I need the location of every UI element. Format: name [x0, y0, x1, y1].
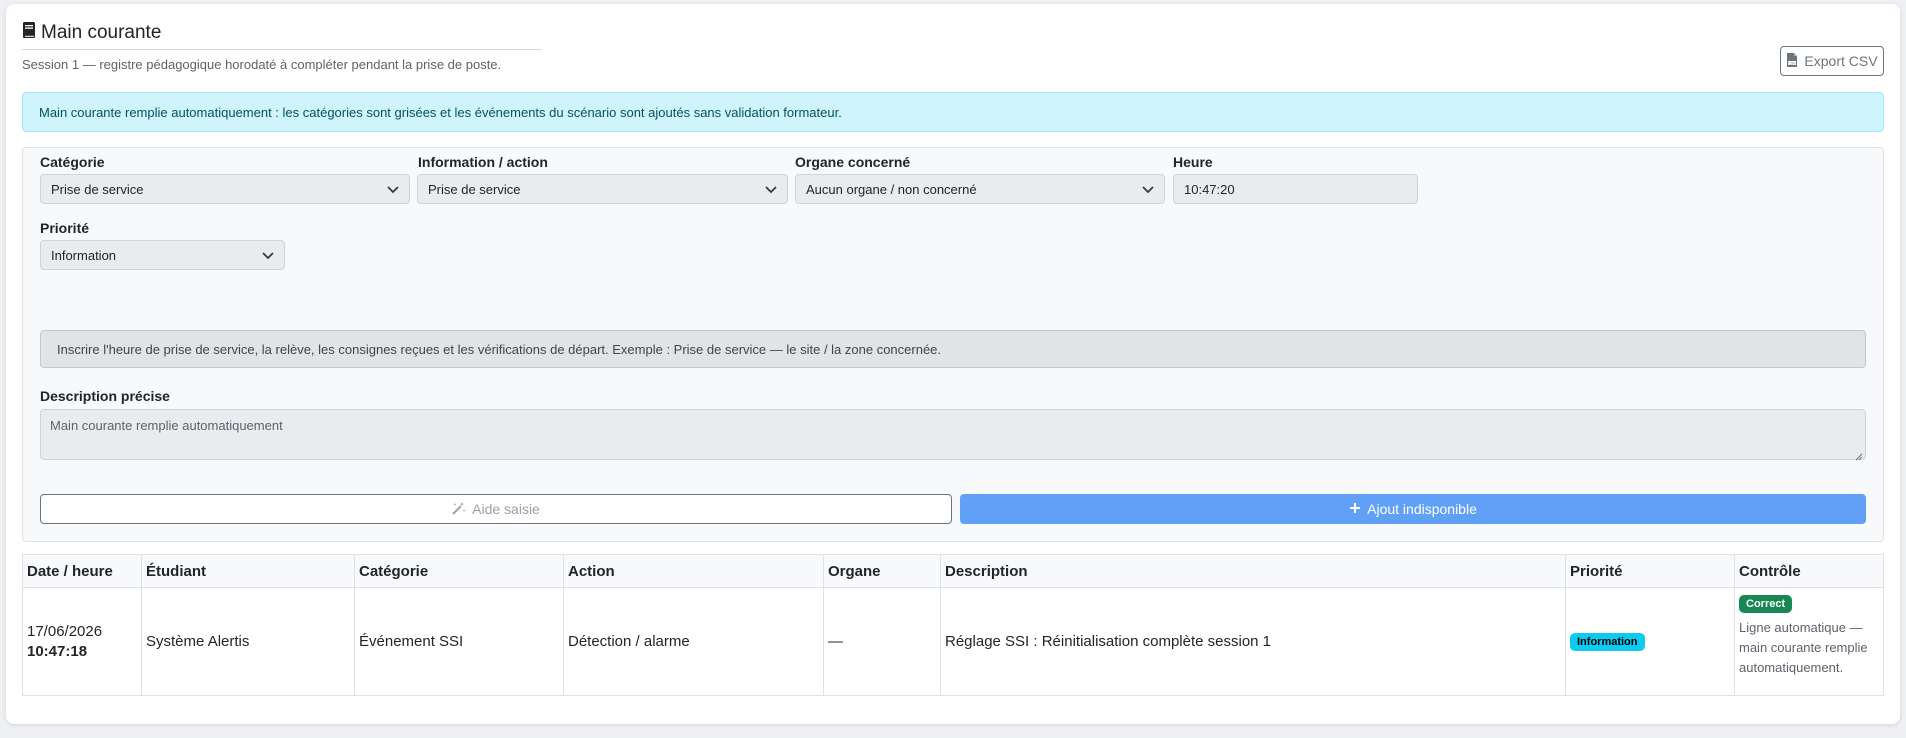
col-priorite: Priorité — [1565, 554, 1735, 588]
aide-saisie-button[interactable]: Aide saisie — [40, 494, 952, 524]
description-label: Description précise — [40, 388, 170, 404]
aide-saisie-label: Aide saisie — [472, 501, 540, 517]
info-alert-text: Main courante remplie automatiquement : … — [39, 104, 842, 120]
information-value: Prise de service — [428, 181, 521, 197]
export-csv-button[interactable]: CSV Export CSV — [1780, 46, 1884, 76]
table-header-row: Date / heure Étudiant Catégorie Action O… — [22, 554, 1884, 588]
page-title: Main courante — [22, 20, 542, 46]
heure-label: Heure — [1173, 154, 1213, 170]
priorite-value: Information — [51, 247, 117, 263]
cell-action: Détection / alarme — [563, 587, 824, 696]
row-time: 10:47:18 — [27, 643, 88, 660]
category-hint: Inscrire l'heure de prise de service, la… — [40, 330, 1866, 368]
col-categorie: Catégorie — [354, 554, 564, 588]
cell-description: Réglage SSI : Réinitialisation complète … — [940, 587, 1566, 696]
cell-date: 17/06/2026 10:47:18 — [22, 587, 142, 696]
svg-text:CSV: CSV — [1789, 61, 1797, 65]
category-hint-text: Inscrire l'heure de prise de service, la… — [57, 341, 942, 357]
page-title-text: Main courante — [41, 22, 162, 43]
title-divider — [22, 49, 542, 50]
col-controle: Contrôle — [1734, 554, 1884, 588]
book-icon — [22, 22, 36, 44]
organe-select[interactable]: Aucun organe / non concerné — [795, 174, 1165, 204]
priorite-select[interactable]: Information — [40, 240, 285, 270]
magic-wand-icon — [452, 501, 466, 518]
page-subtitle: Session 1 — registre pédagogique horodat… — [22, 57, 502, 72]
entry-form: Catégorie Prise de service Information /… — [22, 147, 1884, 542]
heure-input[interactable]: 10:47:20 — [1173, 174, 1418, 204]
info-alert: Main courante remplie automatiquement : … — [22, 92, 1884, 132]
chevron-down-icon — [765, 182, 777, 197]
information-label: Information / action — [418, 154, 548, 170]
organe-label: Organe concerné — [795, 154, 911, 170]
ajout-label: Ajout indisponible — [1367, 501, 1477, 517]
description-textarea[interactable]: Main courante remplie automatiquement — [40, 409, 1866, 461]
file-csv-icon: CSV — [1786, 52, 1798, 70]
cell-controle: Correct Ligne automatique — main courant… — [1734, 587, 1884, 696]
information-select[interactable]: Prise de service — [417, 174, 788, 204]
plus-icon — [1349, 501, 1361, 517]
col-etudiant: Étudiant — [141, 554, 355, 588]
description-value: Main courante remplie automatiquement — [50, 418, 283, 433]
col-organe: Organe — [823, 554, 941, 588]
resize-handle-icon[interactable] — [1855, 449, 1863, 461]
row-date: 17/06/2026 — [27, 623, 103, 640]
status-badge: Correct — [1739, 595, 1793, 613]
cell-organe: — — [823, 587, 941, 696]
export-csv-label: Export CSV — [1804, 53, 1878, 69]
table-row: 17/06/2026 10:47:18 Système Alertis Évén… — [22, 587, 1884, 696]
main-courante-table: Date / heure Étudiant Catégorie Action O… — [22, 554, 1884, 696]
cell-etudiant: Système Alertis — [141, 587, 355, 696]
cell-priorite: Information — [1565, 587, 1735, 696]
col-description: Description — [940, 554, 1566, 588]
col-action: Action — [563, 554, 824, 588]
priorite-label: Priorité — [40, 220, 90, 236]
cell-categorie: Événement SSI — [354, 587, 564, 696]
categorie-value: Prise de service — [51, 181, 144, 197]
organe-value: Aucun organe / non concerné — [806, 181, 977, 197]
main-courante-card: Main courante Session 1 — registre pédag… — [6, 4, 1900, 724]
ajout-button[interactable]: Ajout indisponible — [960, 494, 1866, 524]
header: Main courante Session 1 — registre pédag… — [22, 20, 542, 72]
chevron-down-icon — [262, 248, 274, 263]
categorie-label: Catégorie — [40, 154, 105, 170]
priority-badge: Information — [1570, 633, 1645, 651]
col-date: Date / heure — [22, 554, 142, 588]
chevron-down-icon — [387, 182, 399, 197]
chevron-down-icon — [1142, 182, 1154, 197]
controle-note: Ligne automatique — main courante rempli… — [1739, 620, 1868, 675]
categorie-select[interactable]: Prise de service — [40, 174, 410, 204]
heure-value: 10:47:20 — [1184, 181, 1235, 197]
